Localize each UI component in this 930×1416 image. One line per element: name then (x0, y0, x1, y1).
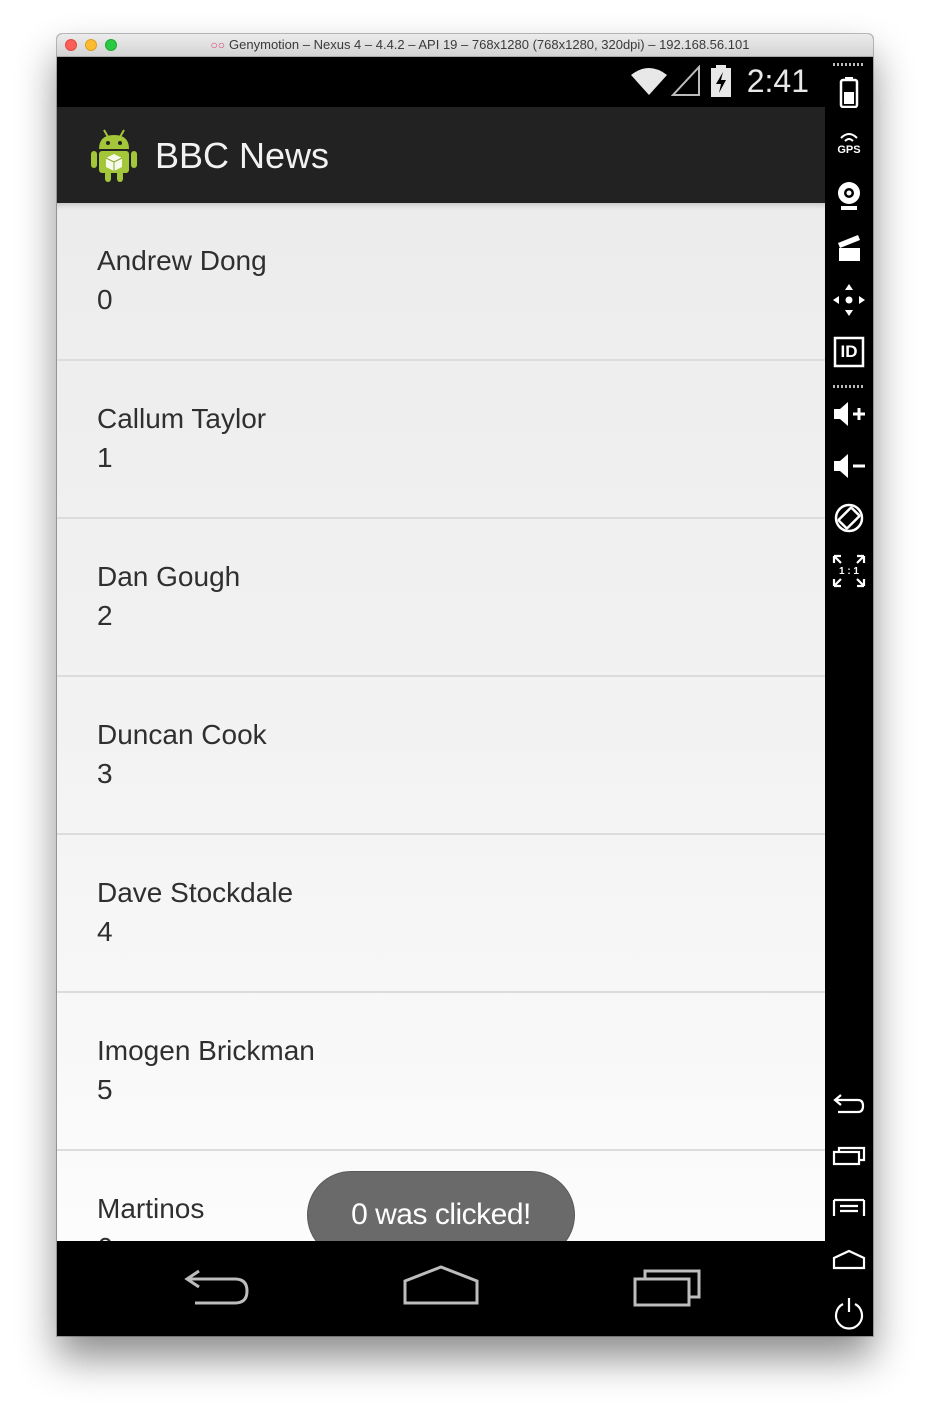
recent-apps-icon[interactable] (631, 1263, 703, 1311)
genymotion-sidebar: GPS ID 1: 1 (825, 57, 873, 1336)
list-item[interactable]: Dan Gough 2 (57, 519, 825, 677)
sidebar-home-button[interactable] (825, 1243, 873, 1277)
list-item-name: Dan Gough (97, 561, 241, 592)
list-item[interactable]: Imogen Brickman 5 (57, 993, 825, 1151)
back-icon[interactable] (181, 1263, 253, 1311)
battery-charging-icon (710, 65, 731, 97)
device-id-button[interactable]: ID (825, 335, 873, 369)
list-item[interactable]: Callum Taylor 1 (57, 361, 825, 519)
pixel-perfect-label: 1 : 1 (838, 565, 859, 577)
signal-icon (670, 65, 700, 96)
sidebar-menu-button[interactable] (825, 1191, 873, 1225)
gps-button[interactable]: GPS (825, 127, 873, 161)
back-icon (833, 1094, 865, 1114)
status-bar: 2:41 (57, 57, 825, 107)
recent-apps-icon (832, 1146, 866, 1166)
list-item-number: 4 (97, 916, 113, 947)
dpad-button[interactable] (825, 283, 873, 317)
menu-icon (832, 1198, 866, 1216)
list-item-name: Andrew Dong (97, 245, 267, 276)
list-item-number: 3 (97, 758, 113, 789)
dpad-icon (833, 284, 865, 316)
sidebar-grip (833, 385, 865, 388)
sidebar-back-button[interactable] (825, 1087, 873, 1121)
sidebar-power-button[interactable] (825, 1295, 873, 1331)
home-icon[interactable] (403, 1263, 479, 1311)
screencast-icon (838, 235, 860, 261)
rotate-icon (834, 503, 864, 533)
window-titlebar[interactable]: ○○ Genymotion – Nexus 4 – 4.4.2 – API 19 … (57, 34, 873, 57)
emulator-window: ○○ Genymotion – Nexus 4 – 4.4.2 – API 19 … (57, 34, 873, 1336)
device-id-label: ID (840, 342, 858, 361)
navigation-bar (57, 1241, 825, 1336)
app-title: BBC News (155, 135, 330, 176)
home-icon (832, 1249, 866, 1270)
list-item-name: Imogen Brickman (97, 1035, 315, 1066)
list-item-number: 1 (97, 442, 113, 473)
camera-icon (838, 182, 860, 210)
screencast-button[interactable] (825, 231, 873, 265)
list-item-name: Callum Taylor (97, 403, 267, 434)
status-time: 2:41 (746, 62, 809, 99)
android-robot-icon[interactable] (89, 127, 139, 183)
sidebar-recent-apps-button[interactable] (825, 1139, 873, 1173)
gps-icon (840, 133, 858, 142)
list-item-number: 5 (97, 1074, 113, 1105)
android-screen: 2:41 BBC News Andrew Dong 0 Callum Taylo… (57, 57, 825, 1336)
window-title: ○○ Genymotion – Nexus 4 – 4.4.2 – API 19 … (57, 37, 873, 52)
toast-message: 0 was clicked! (307, 1171, 575, 1241)
battery-button[interactable] (825, 75, 873, 109)
list-item[interactable]: Dave Stockdale 4 (57, 835, 825, 993)
window-title-text: Genymotion – Nexus 4 – 4.4.2 – API 19 – … (229, 37, 750, 52)
camera-button[interactable] (825, 179, 873, 213)
pixel-perfect-button[interactable]: 1 : 1 (825, 553, 873, 589)
volume-up-button[interactable] (825, 397, 873, 431)
volume-up-icon (834, 402, 865, 426)
list-item-number: 0 (97, 284, 113, 315)
battery-icon (839, 77, 859, 108)
rotate-button[interactable] (825, 501, 873, 535)
power-icon (834, 1298, 864, 1330)
list-item-number: 6 (97, 1232, 113, 1241)
genymotion-logo-icon: ○○ (210, 38, 226, 52)
wifi-icon (630, 68, 667, 95)
list-item[interactable]: Duncan Cook 3 (57, 677, 825, 835)
list-item-name: Martinos (97, 1193, 205, 1224)
gps-label: GPS (837, 144, 861, 156)
list-item-number: 2 (97, 600, 113, 631)
volume-down-button[interactable] (825, 449, 873, 483)
action-bar: BBC News (57, 107, 825, 203)
people-list[interactable]: Andrew Dong 0 Callum Taylor 1 Dan Gough … (57, 203, 825, 1241)
volume-down-icon (834, 454, 865, 478)
list-item-name: Dave Stockdale (97, 877, 294, 908)
list-item[interactable]: Andrew Dong 0 (57, 203, 825, 361)
sidebar-grip (833, 63, 865, 66)
list-item-name: Duncan Cook (97, 719, 267, 750)
